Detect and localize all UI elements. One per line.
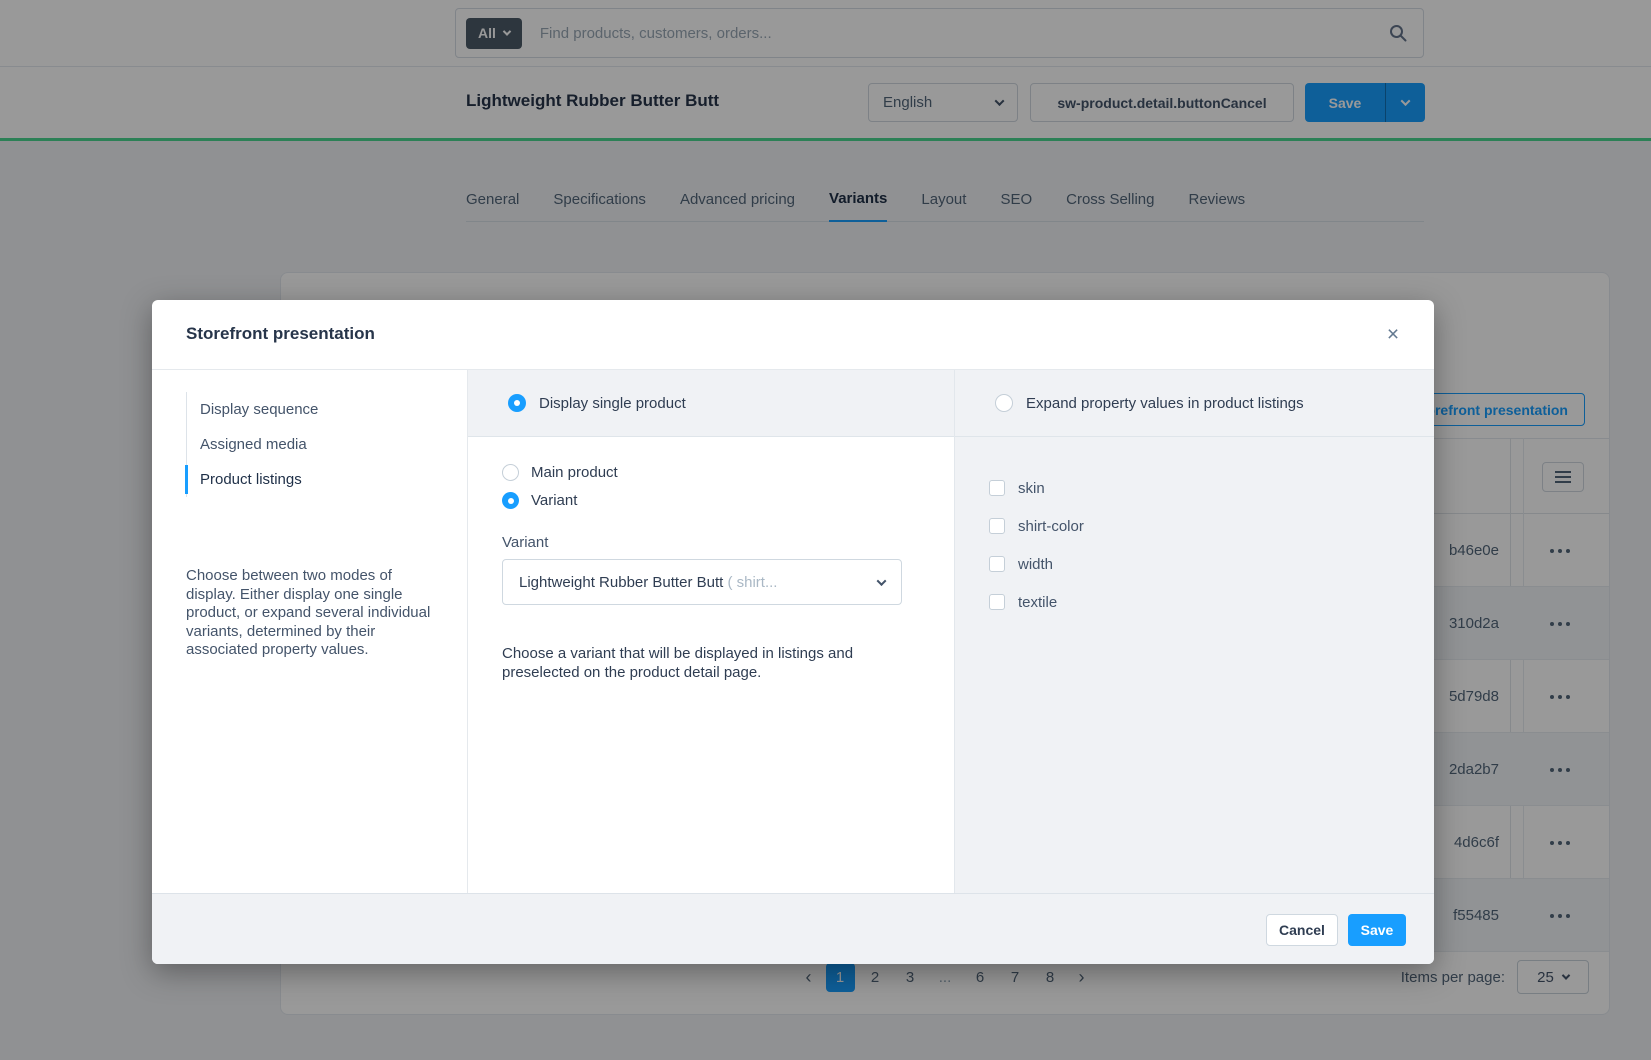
expand-property-values-option[interactable]: Expand property values in product listin…: [955, 370, 1434, 437]
main-product-option[interactable]: Main product: [502, 464, 954, 481]
display-single-product-option[interactable]: Display single product: [468, 370, 954, 437]
chevron-down-icon: [877, 576, 887, 586]
mode-description: Choose between two modes of display. Eit…: [186, 567, 442, 660]
variant-field-label: Variant: [502, 534, 954, 551]
nav-item-product-listings[interactable]: Product listings: [187, 462, 417, 497]
radio-checked-icon[interactable]: [502, 492, 519, 509]
mode-option-label[interactable]: Display single product: [539, 395, 686, 412]
radio-unchecked-icon[interactable]: [995, 394, 1013, 412]
nav-item-assigned-media[interactable]: Assigned media: [187, 427, 417, 462]
close-icon[interactable]: ×: [1378, 320, 1408, 350]
checkbox-unchecked-icon[interactable]: [989, 594, 1005, 610]
modal-title: Storefront presentation: [186, 324, 375, 344]
mode-option-label[interactable]: Expand property values in product listin…: [1026, 395, 1304, 412]
variant-select-value: Lightweight Rubber Butter Butt: [519, 574, 723, 591]
checkbox-unchecked-icon[interactable]: [989, 556, 1005, 572]
checkbox-unchecked-icon[interactable]: [989, 480, 1005, 496]
single-product-settings: Main product Variant Variant Lightweight…: [468, 437, 954, 682]
variant-help-text: Choose a variant that will be displayed …: [502, 644, 898, 682]
expand-properties-column: Expand property values in product listin…: [954, 370, 1434, 893]
variant-select[interactable]: Lightweight Rubber Butter Butt ( shirt..…: [502, 559, 902, 605]
property-checkbox-list: skin shirt-color width textile: [955, 437, 1434, 621]
screen: All Lightweight Rubber Butter Butt Engli…: [0, 0, 1651, 1060]
single-product-column: Display single product Main product Vari…: [468, 370, 954, 893]
modal-nav-list: Display sequence Assigned media Product …: [186, 392, 417, 497]
modal-cancel-button[interactable]: Cancel: [1266, 914, 1338, 946]
property-option-shirt-color[interactable]: shirt-color: [989, 507, 1434, 545]
storefront-presentation-modal: Storefront presentation × Display sequen…: [152, 300, 1434, 964]
checkbox-unchecked-icon[interactable]: [989, 518, 1005, 534]
nav-item-display-sequence[interactable]: Display sequence: [187, 392, 417, 427]
modal-nav-column: Display sequence Assigned media Product …: [152, 370, 468, 893]
modal-footer: Cancel Save: [152, 893, 1434, 964]
modal-body: Display sequence Assigned media Product …: [152, 370, 1434, 893]
property-option-textile[interactable]: textile: [989, 583, 1434, 621]
property-option-width[interactable]: width: [989, 545, 1434, 583]
variant-option[interactable]: Variant: [502, 492, 954, 509]
modal-save-button[interactable]: Save: [1348, 914, 1406, 946]
variant-select-value-suffix: ( shirt...: [723, 574, 777, 591]
radio-checked-icon[interactable]: [508, 394, 526, 412]
property-option-skin[interactable]: skin: [989, 469, 1434, 507]
modal-header: Storefront presentation ×: [152, 300, 1434, 370]
radio-unchecked-icon[interactable]: [502, 464, 519, 481]
